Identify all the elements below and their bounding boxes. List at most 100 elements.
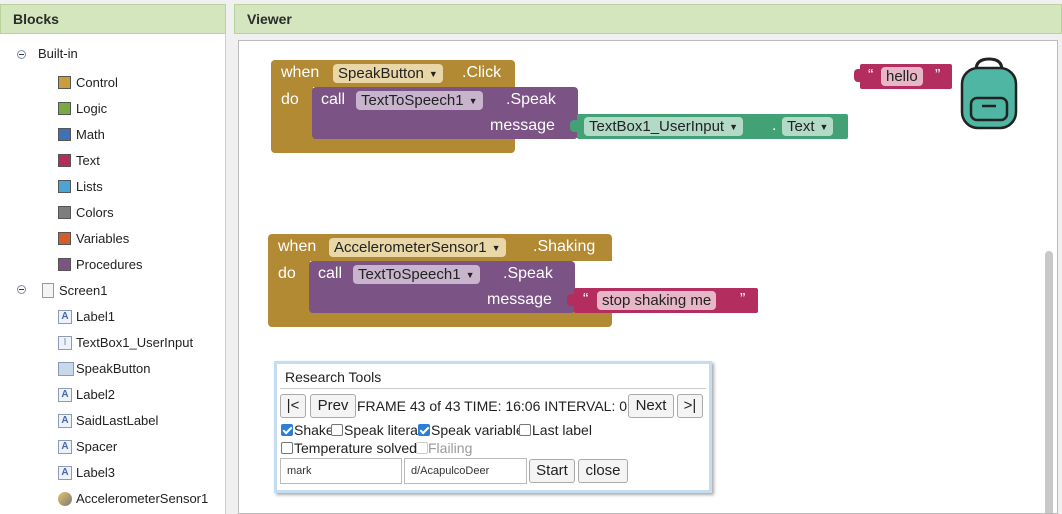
- accelerometer-icon: [58, 492, 72, 506]
- drawer-label: Text: [76, 153, 100, 168]
- text-value-field[interactable]: hello: [881, 67, 923, 86]
- component-speakbutton[interactable]: SpeakButton: [58, 359, 150, 379]
- dropdown-value: SpeakButton: [338, 65, 424, 82]
- collapse-screen-icon[interactable]: [17, 285, 26, 294]
- text-value: stop shaking me: [602, 292, 712, 309]
- frame-status: FRAME 43 of 43 TIME: 16:06 INTERVAL: 0:0…: [357, 398, 647, 414]
- component-label1[interactable]: A Label1: [58, 307, 115, 327]
- drawer-label: Procedures: [76, 257, 143, 272]
- prev-frame-button[interactable]: Prev: [310, 394, 356, 418]
- component-label: SpeakButton: [76, 361, 151, 376]
- colors-swatch-icon: [58, 206, 71, 219]
- variables-swatch-icon: [58, 232, 71, 245]
- next-frame-button[interactable]: Next: [628, 394, 674, 418]
- first-frame-button[interactable]: |<: [280, 394, 306, 418]
- component-label: TextBox1_UserInput: [76, 335, 194, 350]
- workspace-scrollbar[interactable]: [1045, 251, 1053, 513]
- drawer-colors[interactable]: Colors: [58, 203, 114, 223]
- dropdown-value: TextBox1_UserInput: [589, 118, 725, 135]
- drawer-math[interactable]: Math: [58, 125, 105, 145]
- component-label: SaidLastLabel: [76, 413, 159, 428]
- temperature-solved-checkbox[interactable]: [281, 442, 293, 454]
- tree-screen-label: Screen1: [59, 283, 108, 298]
- research-tools-title: Research Tools: [285, 369, 382, 385]
- close-button[interactable]: close: [578, 459, 628, 483]
- component-label: Spacer: [76, 439, 118, 454]
- textbox-icon: I: [58, 336, 72, 350]
- getter-property-dropdown[interactable]: Text ▼: [782, 117, 834, 136]
- flailing-checkbox[interactable]: [416, 442, 428, 454]
- dropdown-value: TextToSpeech1: [358, 266, 461, 283]
- drawer-label: Logic: [76, 101, 108, 116]
- path-input[interactable]: d/AcapulcoDeer: [404, 458, 527, 484]
- drawer-label: Math: [76, 127, 105, 142]
- method-component-dropdown[interactable]: TextToSpeech1 ▼: [353, 265, 480, 284]
- user-input[interactable]: mark: [280, 458, 402, 484]
- event-name: .Click: [462, 64, 502, 81]
- temperature-solved-label: Temperature solved: [294, 440, 417, 456]
- research-tools-panel: Research Tools |< Prev FRAME 43 of 43 TI…: [274, 361, 712, 493]
- tree-screen1[interactable]: Screen1: [42, 281, 107, 301]
- backpack-icon[interactable]: [958, 56, 1020, 132]
- string-plug: [567, 294, 576, 306]
- speak-literal-label: Speak literal: [344, 422, 422, 438]
- tree-builtin[interactable]: Built-in: [38, 44, 78, 64]
- chevron-down-icon: ▼: [729, 122, 738, 132]
- do-keyword: do: [278, 265, 296, 282]
- label-icon: A: [58, 310, 72, 324]
- dropdown-value: Text: [787, 118, 815, 135]
- param-label: message: [490, 117, 555, 134]
- method-name: .Speak: [506, 91, 556, 108]
- chevron-down-icon: ▼: [428, 69, 438, 79]
- start-button[interactable]: Start: [529, 459, 575, 483]
- chevron-down-icon: ▼: [491, 243, 501, 253]
- text-value: hello: [886, 68, 918, 85]
- procedures-swatch-icon: [58, 258, 71, 271]
- component-dropdown[interactable]: AccelerometerSensor1 ▼: [329, 238, 506, 257]
- method-component-dropdown[interactable]: TextToSpeech1 ▼: [356, 91, 483, 110]
- blocks-panel-header: Blocks: [0, 4, 226, 34]
- blocks-tree: Built-in Control Logic Math Text Lists C…: [0, 34, 226, 514]
- chevron-down-icon: ▼: [465, 270, 475, 280]
- viewer-header-label: Viewer: [247, 11, 292, 27]
- drawer-label: Variables: [76, 231, 130, 246]
- control-swatch-icon: [58, 76, 71, 89]
- button-icon: [58, 362, 74, 376]
- call-keyword: call: [318, 265, 343, 282]
- component-label: Label2: [76, 387, 116, 402]
- last-label-label: Last label: [532, 422, 592, 438]
- when-keyword: when: [281, 64, 320, 81]
- drawer-variables[interactable]: Variables: [58, 229, 129, 249]
- param-label: message: [487, 291, 552, 308]
- close-quote: ”: [740, 291, 746, 308]
- label-icon: A: [58, 388, 72, 402]
- component-label3[interactable]: A Label3: [58, 463, 115, 483]
- speak-literal-checkbox[interactable]: [331, 424, 343, 436]
- drawer-text[interactable]: Text: [58, 151, 100, 171]
- last-label-checkbox[interactable]: [519, 424, 531, 436]
- do-keyword: do: [281, 91, 299, 108]
- drawer-control[interactable]: Control: [58, 73, 118, 93]
- label-icon: A: [58, 466, 72, 480]
- method-name: .Speak: [503, 265, 553, 282]
- getter-component-dropdown[interactable]: TextBox1_UserInput ▼: [584, 117, 743, 136]
- component-saidlastlabel[interactable]: A SaidLastLabel: [58, 411, 158, 431]
- logic-swatch-icon: [58, 102, 71, 115]
- component-label: AccelerometerSensor1: [76, 491, 209, 506]
- component-spacer[interactable]: A Spacer: [58, 437, 117, 457]
- speak-variable-checkbox[interactable]: [418, 424, 430, 436]
- open-quote: “: [583, 291, 589, 308]
- component-label2[interactable]: A Label2: [58, 385, 115, 405]
- close-quote: ”: [935, 67, 941, 84]
- when-keyword: when: [278, 238, 317, 255]
- drawer-logic[interactable]: Logic: [58, 99, 107, 119]
- text-value-field[interactable]: stop shaking me: [597, 291, 717, 310]
- drawer-procedures[interactable]: Procedures: [58, 255, 142, 275]
- drawer-lists[interactable]: Lists: [58, 177, 103, 197]
- shake-checkbox[interactable]: [281, 424, 293, 436]
- collapse-builtin-icon[interactable]: [17, 50, 26, 59]
- component-dropdown[interactable]: SpeakButton ▼: [333, 64, 443, 83]
- last-frame-button[interactable]: >|: [677, 394, 703, 418]
- component-accelerometer[interactable]: AccelerometerSensor1: [58, 489, 208, 509]
- component-textbox1[interactable]: I TextBox1_UserInput: [58, 333, 193, 353]
